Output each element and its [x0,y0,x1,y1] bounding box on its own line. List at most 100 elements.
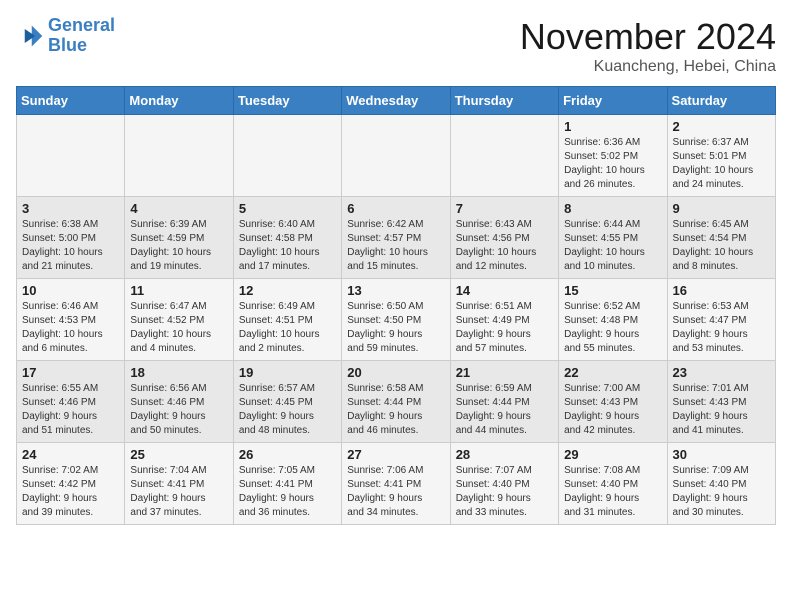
calendar-subtitle: Kuancheng, Hebei, China [520,58,776,76]
day-cell: 16Sunrise: 6:53 AM Sunset: 4:47 PM Dayli… [667,279,775,361]
weekday-wednesday: Wednesday [342,87,450,115]
day-cell: 25 Sunrise: 7:04 AM Sunset: 4:41 PM Dayli… [125,443,233,525]
day-number: 29 [564,447,661,462]
day-info: Sunrise: 6:55 AM Sunset: 4:46 PM Dayligh… [22,382,119,438]
day-number: 2 [673,119,770,134]
day-info: Sunrise: 6:51 AM Sunset: 4:49 PM Dayligh… [456,300,553,356]
day-number: 15 [564,283,661,298]
day-number: 3 [22,201,119,216]
day-cell [233,115,341,197]
day-cell: 11 Sunrise: 6:47 AM Sunset: 4:52 PM Dayli… [125,279,233,361]
day-cell: 10 Sunrise: 6:46 AM Sunset: 4:53 PM Dayli… [17,279,125,361]
day-cell [450,115,558,197]
day-info: Sunrise: 7:07 AM Sunset: 4:40 PM Dayligh… [456,464,553,520]
day-info: Sunrise: 7:02 AM Sunset: 4:42 PM Dayligh… [22,464,119,520]
day-number: 24 [22,447,119,462]
week-row-1: 1Sunrise: 6:36 AM Sunset: 5:02 PM Daylig… [17,115,776,197]
day-cell: 9 Sunrise: 6:45 AM Sunset: 4:54 PM Daylig… [667,197,775,279]
day-info: Sunrise: 6:59 AM Sunset: 4:44 PM Dayligh… [456,382,553,438]
day-info: Sunrise: 6:39 AM Sunset: 4:59 PM Dayligh… [130,218,227,274]
day-number: 25 [130,447,227,462]
calendar-body: 1Sunrise: 6:36 AM Sunset: 5:02 PM Daylig… [17,115,776,525]
day-cell: 15 Sunrise: 6:52 AM Sunset: 4:48 PM Dayli… [559,279,667,361]
day-number: 26 [239,447,336,462]
day-cell: 26 Sunrise: 7:05 AM Sunset: 4:41 PM Dayli… [233,443,341,525]
week-row-4: 17 Sunrise: 6:55 AM Sunset: 4:46 PM Dayli… [17,361,776,443]
day-info: Sunrise: 7:01 AM Sunset: 4:43 PM Dayligh… [673,382,770,438]
page-header: General Blue November 2024 Kuancheng, He… [16,16,776,76]
weekday-friday: Friday [559,87,667,115]
day-cell: 13 Sunrise: 6:50 AM Sunset: 4:50 PM Dayli… [342,279,450,361]
day-number: 22 [564,365,661,380]
day-number: 13 [347,283,444,298]
day-info: Sunrise: 6:45 AM Sunset: 4:54 PM Dayligh… [673,218,770,274]
day-number: 30 [673,447,770,462]
day-info: Sunrise: 6:44 AM Sunset: 4:55 PM Dayligh… [564,218,661,274]
day-number: 4 [130,201,227,216]
day-cell: 12 Sunrise: 6:49 AM Sunset: 4:51 PM Dayli… [233,279,341,361]
weekday-monday: Monday [125,87,233,115]
day-number: 14 [456,283,553,298]
day-cell: 29 Sunrise: 7:08 AM Sunset: 4:40 PM Dayli… [559,443,667,525]
day-number: 10 [22,283,119,298]
day-cell [125,115,233,197]
day-cell: 3 Sunrise: 6:38 AM Sunset: 5:00 PM Daylig… [17,197,125,279]
day-info: Sunrise: 6:57 AM Sunset: 4:45 PM Dayligh… [239,382,336,438]
day-cell: 19Sunrise: 6:57 AM Sunset: 4:45 PM Dayli… [233,361,341,443]
day-cell [342,115,450,197]
weekday-sunday: Sunday [17,87,125,115]
day-info: Sunrise: 6:40 AM Sunset: 4:58 PM Dayligh… [239,218,336,274]
day-number: 21 [456,365,553,380]
day-number: 5 [239,201,336,216]
day-info: Sunrise: 7:09 AM Sunset: 4:40 PM Dayligh… [673,464,770,520]
week-row-5: 24 Sunrise: 7:02 AM Sunset: 4:42 PM Dayli… [17,443,776,525]
calendar-table: SundayMondayTuesdayWednesdayThursdayFrid… [16,86,776,525]
day-cell: 23 Sunrise: 7:01 AM Sunset: 4:43 PM Dayli… [667,361,775,443]
day-number: 23 [673,365,770,380]
day-info: Sunrise: 6:43 AM Sunset: 4:56 PM Dayligh… [456,218,553,274]
day-info: Sunrise: 6:37 AM Sunset: 5:01 PM Dayligh… [673,136,770,192]
day-cell: 4 Sunrise: 6:39 AM Sunset: 4:59 PM Daylig… [125,197,233,279]
weekday-saturday: Saturday [667,87,775,115]
day-info: Sunrise: 7:08 AM Sunset: 4:40 PM Dayligh… [564,464,661,520]
day-number: 6 [347,201,444,216]
day-info: Sunrise: 6:38 AM Sunset: 5:00 PM Dayligh… [22,218,119,274]
day-number: 20 [347,365,444,380]
day-number: 9 [673,201,770,216]
day-number: 16 [673,283,770,298]
day-cell: 22 Sunrise: 7:00 AM Sunset: 4:43 PM Dayli… [559,361,667,443]
day-info: Sunrise: 7:00 AM Sunset: 4:43 PM Dayligh… [564,382,661,438]
day-cell: 30 Sunrise: 7:09 AM Sunset: 4:40 PM Dayli… [667,443,775,525]
week-row-2: 3 Sunrise: 6:38 AM Sunset: 5:00 PM Daylig… [17,197,776,279]
day-info: Sunrise: 6:52 AM Sunset: 4:48 PM Dayligh… [564,300,661,356]
day-number: 11 [130,283,227,298]
day-info: Sunrise: 7:04 AM Sunset: 4:41 PM Dayligh… [130,464,227,520]
day-cell: 14 Sunrise: 6:51 AM Sunset: 4:49 PM Dayli… [450,279,558,361]
day-info: Sunrise: 6:47 AM Sunset: 4:52 PM Dayligh… [130,300,227,356]
day-info: Sunrise: 6:46 AM Sunset: 4:53 PM Dayligh… [22,300,119,356]
day-info: Sunrise: 7:06 AM Sunset: 4:41 PM Dayligh… [347,464,444,520]
day-cell: 27 Sunrise: 7:06 AM Sunset: 4:41 PM Dayli… [342,443,450,525]
day-cell: 7 Sunrise: 6:43 AM Sunset: 4:56 PM Daylig… [450,197,558,279]
day-number: 17 [22,365,119,380]
day-cell: 2 Sunrise: 6:37 AM Sunset: 5:01 PM Daylig… [667,115,775,197]
day-cell [17,115,125,197]
day-cell: 17 Sunrise: 6:55 AM Sunset: 4:46 PM Dayli… [17,361,125,443]
day-number: 8 [564,201,661,216]
day-number: 12 [239,283,336,298]
day-cell: 8 Sunrise: 6:44 AM Sunset: 4:55 PM Daylig… [559,197,667,279]
day-number: 28 [456,447,553,462]
day-info: Sunrise: 6:50 AM Sunset: 4:50 PM Dayligh… [347,300,444,356]
day-number: 1 [564,119,661,134]
day-info: Sunrise: 6:58 AM Sunset: 4:44 PM Dayligh… [347,382,444,438]
logo: General Blue [16,16,115,56]
day-info: Sunrise: 6:49 AM Sunset: 4:51 PM Dayligh… [239,300,336,356]
weekday-header-row: SundayMondayTuesdayWednesdayThursdayFrid… [17,87,776,115]
day-info: Sunrise: 7:05 AM Sunset: 4:41 PM Dayligh… [239,464,336,520]
day-cell: 24 Sunrise: 7:02 AM Sunset: 4:42 PM Dayli… [17,443,125,525]
day-number: 27 [347,447,444,462]
logo-icon [16,22,44,50]
day-number: 7 [456,201,553,216]
day-number: 18 [130,365,227,380]
day-cell: 21 Sunrise: 6:59 AM Sunset: 4:44 PM Dayli… [450,361,558,443]
